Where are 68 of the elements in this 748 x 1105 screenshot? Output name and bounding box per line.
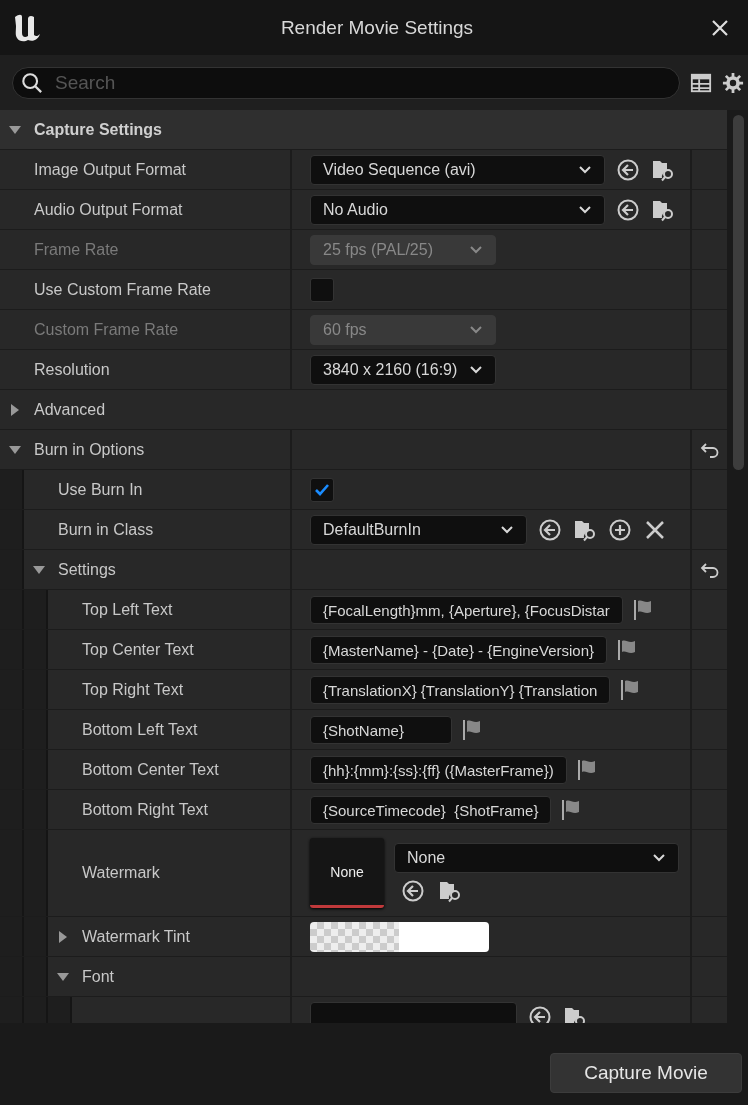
property-label: Use Burn In bbox=[58, 480, 143, 499]
checkbox[interactable] bbox=[310, 477, 334, 502]
text-field[interactable]: {TranslationX} {TranslationY} {Translation bbox=[310, 675, 611, 704]
property-label: Bottom Center Text bbox=[82, 760, 219, 779]
property-label: Top Center Text bbox=[82, 640, 194, 659]
table-icon[interactable] bbox=[690, 71, 712, 94]
chevron-down-icon bbox=[578, 204, 592, 215]
chevron-down-icon bbox=[469, 324, 483, 335]
use-selected-icon[interactable] bbox=[401, 879, 425, 903]
property-label: Use Custom Frame Rate bbox=[34, 280, 211, 299]
color-swatch[interactable] bbox=[310, 921, 489, 952]
dropdown[interactable]: DefaultBurnIn bbox=[310, 514, 527, 545]
property-label: Image Output Format bbox=[34, 160, 187, 179]
chevron-down-icon bbox=[578, 164, 592, 175]
chevron-down-icon bbox=[652, 853, 666, 863]
property-label: Settings bbox=[58, 560, 116, 579]
flag-icon[interactable] bbox=[632, 598, 653, 621]
reset-arrow-icon[interactable] bbox=[699, 561, 720, 578]
property-label: Top Right Text bbox=[82, 680, 184, 699]
text-field[interactable]: {FocalLength}mm, {Aperture}, {FocusDistar bbox=[310, 595, 623, 624]
dropdown[interactable]: None bbox=[394, 843, 679, 873]
chevron-down-icon bbox=[469, 364, 483, 375]
use-selected-icon[interactable] bbox=[528, 1004, 552, 1023]
add-icon[interactable] bbox=[608, 517, 632, 542]
property-label: Burn in Options bbox=[34, 440, 145, 459]
use-selected-icon[interactable] bbox=[616, 197, 640, 222]
text-field[interactable]: {SourceTimecode} {ShotFrame} bbox=[310, 795, 552, 824]
property-label: Audio Output Format bbox=[34, 200, 183, 219]
folder-search-icon[interactable] bbox=[438, 879, 462, 903]
dropdown: 60 fps bbox=[310, 314, 496, 345]
property-label: Advanced bbox=[34, 400, 106, 419]
capture-movie-button[interactable]: Capture Movie bbox=[550, 1053, 742, 1093]
dropdown: 25 fps (PAL/25) bbox=[310, 234, 496, 265]
use-selected-icon[interactable] bbox=[616, 157, 640, 182]
asset-thumbnail[interactable]: None bbox=[310, 838, 384, 908]
property-label: Frame Rate bbox=[34, 240, 119, 259]
property-label: Bottom Right Text bbox=[82, 800, 208, 819]
text-field[interactable]: {MasterName} - {Date} - {EngineVersion} bbox=[310, 635, 607, 664]
property-label: Bottom Left Text bbox=[82, 720, 198, 739]
use-selected-icon[interactable] bbox=[538, 517, 562, 542]
close-icon[interactable] bbox=[710, 17, 730, 38]
search-field[interactable]: Search bbox=[12, 66, 680, 99]
flag-icon[interactable] bbox=[576, 758, 597, 781]
flag-icon[interactable] bbox=[561, 798, 582, 821]
property-label: Watermark Tint bbox=[82, 927, 190, 946]
window-title: Render Movie Settings bbox=[279, 16, 475, 39]
chevron-down-icon bbox=[469, 244, 483, 255]
property-label: Font bbox=[82, 967, 114, 986]
checkbox[interactable] bbox=[310, 277, 334, 302]
property-label: Watermark bbox=[82, 864, 160, 882]
property-label: Burn in Class bbox=[58, 520, 154, 539]
dropdown[interactable]: 3840 x 2160 (16:9) bbox=[310, 354, 496, 385]
reset-arrow-icon[interactable] bbox=[699, 441, 720, 458]
text-field[interactable]: {ShotName} bbox=[310, 715, 452, 744]
flag-icon[interactable] bbox=[620, 678, 641, 701]
category-title: Capture Settings bbox=[34, 120, 162, 139]
dropdown[interactable]: Video Sequence (avi) bbox=[310, 154, 605, 185]
settings-icon[interactable] bbox=[722, 71, 744, 94]
chevron-down-icon bbox=[500, 524, 514, 535]
text-field[interactable]: {hh}:{mm}:{ss}:{ff} ({MasterFrame}) bbox=[310, 755, 567, 784]
scrollbar-drawing[interactable] bbox=[727, 110, 748, 1023]
flag-icon[interactable] bbox=[462, 718, 482, 741]
search-icon bbox=[21, 71, 43, 94]
flag-icon[interactable] bbox=[617, 638, 637, 661]
property-label: Custom Frame Rate bbox=[34, 320, 179, 339]
property-label: Top Left Text bbox=[82, 600, 173, 619]
dropdown[interactable]: No Audio bbox=[310, 194, 605, 225]
property-label: Resolution bbox=[34, 360, 110, 379]
